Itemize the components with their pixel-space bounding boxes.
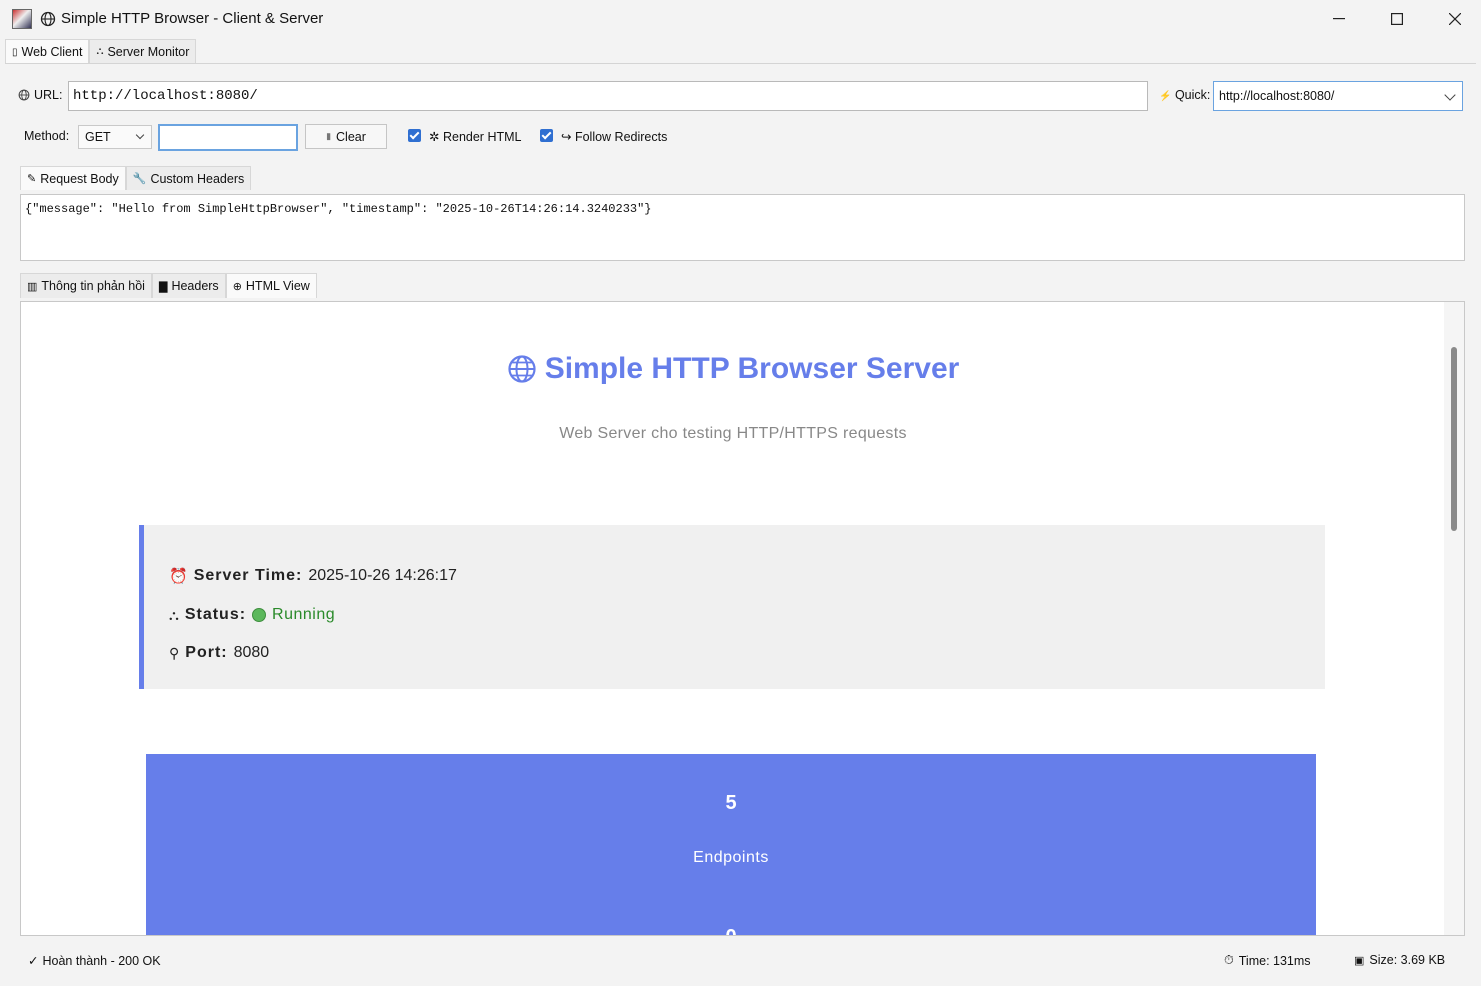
page-subtitle: Web Server cho testing HTTP/HTTPS reques… xyxy=(559,425,907,442)
tab-label: Thông tin phản hồi xyxy=(41,279,145,293)
response-time-text: Time: 131ms xyxy=(1238,953,1311,968)
endpoints-stat-card: 5 Endpoints 0 xyxy=(146,754,1316,935)
page-title-text: Simple HTTP Browser Server xyxy=(544,352,960,385)
chart-icon: ▥ xyxy=(27,280,38,293)
status-value: Running xyxy=(272,606,336,623)
redirect-icon: ↪ xyxy=(561,130,572,144)
network-icon: ⛬ xyxy=(169,606,179,623)
chevron-down-icon xyxy=(135,130,145,140)
tab-headers[interactable]: ▇ Headers xyxy=(151,273,226,298)
url-label: URL: xyxy=(18,88,62,102)
method-label: Method: xyxy=(24,129,70,143)
clear-button[interactable]: ▮ Clear xyxy=(305,124,387,149)
tab-label: Web Client xyxy=(21,45,83,59)
stat-number: 5 xyxy=(725,792,737,814)
app-icon xyxy=(12,9,32,29)
request-tabs: ✎ Request Body 🔧 Custom Headers xyxy=(20,166,252,190)
tab-label: Request Body xyxy=(40,171,119,186)
tab-html-view[interactable]: ⊕ HTML View xyxy=(225,273,317,298)
tab-label: Custom Headers xyxy=(150,171,245,186)
tab-label: Headers xyxy=(171,279,219,293)
status-label: Status: xyxy=(184,606,247,623)
main-tabs: ▯ Web Client ⛬ Server Monitor xyxy=(5,39,197,64)
close-button[interactable] xyxy=(1426,0,1481,38)
port-label: Port: xyxy=(185,644,228,661)
server-time-value: 2025-10-26 14:26:17 xyxy=(308,567,457,584)
stopwatch-icon: ⏱ xyxy=(1224,953,1234,967)
quick-url-value: http://localhost:8080/ xyxy=(1219,89,1335,103)
stat-label: Endpoints xyxy=(693,849,769,866)
method-select[interactable]: GET xyxy=(78,125,152,149)
response-size: ▣ Size: 3.69 KB xyxy=(1354,953,1445,967)
tab-label: Server Monitor xyxy=(107,44,190,59)
port-value: 8080 xyxy=(233,644,270,661)
wrench-icon: 🔧 xyxy=(132,173,147,185)
maximize-button[interactable] xyxy=(1368,0,1426,38)
checkmark-icon: ✓ xyxy=(28,954,39,968)
status-text: Hoàn thành - 200 OK xyxy=(42,953,161,968)
quick-url-select[interactable]: http://localhost:8080/ xyxy=(1213,81,1463,111)
globe-icon xyxy=(18,89,30,101)
tab-request-body[interactable]: ✎ Request Body xyxy=(20,166,126,190)
status-dot-icon xyxy=(252,608,267,622)
page-title: Simple HTTP Browser Server xyxy=(21,352,1445,386)
minimize-button[interactable] xyxy=(1310,0,1368,38)
follow-redirects-text: Follow Redirects xyxy=(574,130,668,144)
follow-redirects-checkbox[interactable] xyxy=(540,129,553,142)
globe-icon xyxy=(508,355,536,383)
scrollbar-thumb[interactable] xyxy=(1451,347,1457,531)
alarm-clock-icon: ⏰ xyxy=(169,568,188,585)
globe-icon xyxy=(40,11,56,27)
palette-icon: ✲ xyxy=(429,130,440,144)
server-info-box: ⏰ Server Time: 2025-10-26 14:26:17 ⛬ Sta… xyxy=(139,525,1325,689)
url-input[interactable]: http://localhost:8080/ xyxy=(68,81,1148,111)
quick-label-text: Quick: xyxy=(1174,88,1211,102)
render-html-text: Render HTML xyxy=(442,130,522,144)
tab-web-client[interactable]: ▯ Web Client xyxy=(5,39,90,64)
server-time-label: Server Time: xyxy=(193,567,303,584)
url-label-text: URL: xyxy=(34,88,63,102)
render-html-label: ✲ Render HTML xyxy=(429,129,521,144)
lightning-icon: ⚡ xyxy=(1159,91,1172,102)
tab-divider xyxy=(5,63,1476,64)
request-body-editor[interactable]: {"message": "Hello from SimpleHttpBrowse… xyxy=(20,194,1465,261)
response-size-text: Size: 3.69 KB xyxy=(1369,953,1446,967)
vertical-scrollbar[interactable] xyxy=(1444,302,1464,935)
tab-custom-headers[interactable]: 🔧 Custom Headers xyxy=(125,166,252,190)
tab-server-monitor[interactable]: ⛬ Server Monitor xyxy=(89,39,197,63)
port-row: ⚲ Port: 8080 xyxy=(169,644,269,662)
tab-response-info[interactable]: ▥ Thông tin phản hồi xyxy=(20,273,152,298)
method-value: GET xyxy=(85,130,111,144)
stat-number-2: 0 xyxy=(146,926,1316,935)
follow-redirects-label: ↪ Follow Redirects xyxy=(561,129,667,144)
window-title-bar: Simple HTTP Browser - Client & Server xyxy=(0,0,1481,38)
phone-icon: ▯ xyxy=(12,46,18,58)
clipboard-icon: ▇ xyxy=(158,280,168,293)
extra-input[interactable] xyxy=(158,124,298,151)
pin-icon: ⚲ xyxy=(169,644,180,661)
status-message: ✓ Hoàn thành - 200 OK xyxy=(28,953,161,969)
package-icon: ▣ xyxy=(1354,954,1365,967)
quick-label: ⚡ Quick: xyxy=(1159,88,1210,102)
window-title: Simple HTTP Browser - Client & Server xyxy=(61,10,324,27)
chevron-down-icon xyxy=(1444,89,1456,101)
clear-label: Clear xyxy=(336,129,366,144)
render-html-checkbox[interactable] xyxy=(408,129,421,142)
network-icon: ⛬ xyxy=(96,46,104,57)
html-view-panel: Simple HTTP Browser Server Web Server ch… xyxy=(20,301,1465,936)
status-row: ⛬ Status: Running xyxy=(169,606,335,624)
server-time-row: ⏰ Server Time: 2025-10-26 14:26:17 xyxy=(169,567,457,585)
globe-icon: ⊕ xyxy=(232,280,242,293)
tab-label: HTML View xyxy=(245,279,310,293)
response-time: ⏱ Time: 131ms xyxy=(1224,953,1311,968)
edit-icon: ✎ xyxy=(27,173,37,185)
trash-icon: ▮ xyxy=(326,131,332,141)
response-tabs: ▥ Thông tin phản hồi ▇ Headers ⊕ HTML Vi… xyxy=(20,273,317,298)
